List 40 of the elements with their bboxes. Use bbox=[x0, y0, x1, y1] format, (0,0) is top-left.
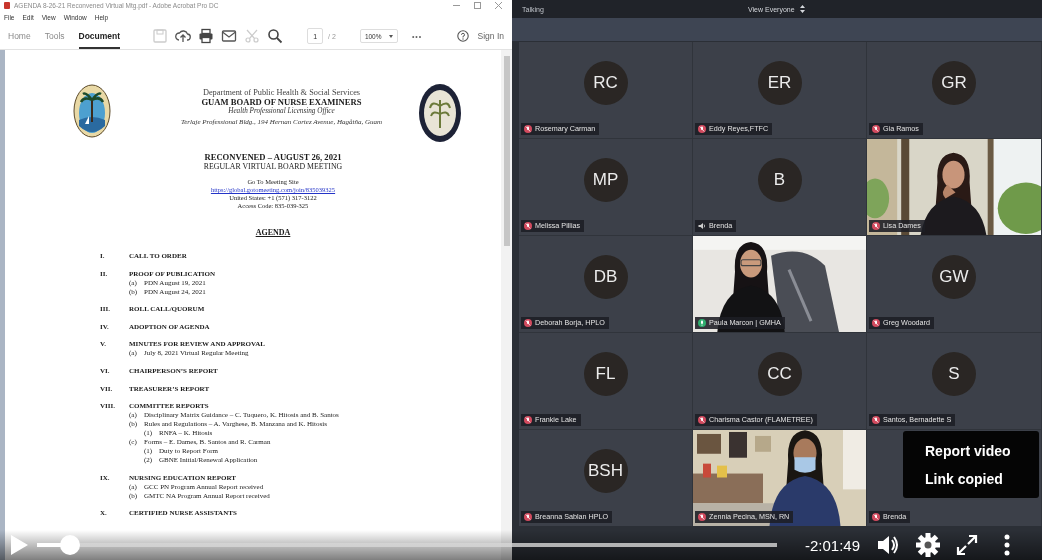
pdf-file-icon bbox=[4, 2, 10, 9]
print-icon[interactable] bbox=[198, 28, 215, 44]
minimize-icon[interactable] bbox=[453, 2, 460, 9]
seal-icon bbox=[417, 82, 463, 144]
department-name: Department of Public Health & Social Services bbox=[201, 88, 362, 97]
up-down-caret-icon bbox=[799, 5, 805, 13]
caret-icon bbox=[388, 34, 393, 38]
scrollbar[interactable] bbox=[501, 50, 512, 560]
fullscreen-icon[interactable] bbox=[956, 534, 979, 556]
menu-item[interactable]: Report video bbox=[903, 442, 1039, 460]
avatar: CC bbox=[757, 352, 802, 397]
close-icon[interactable] bbox=[495, 2, 502, 9]
avatar: GW bbox=[932, 255, 976, 300]
more-options-icon[interactable] bbox=[1004, 534, 1011, 556]
meeting-title: RECONVENED – AUGUST 26, 2021 bbox=[203, 152, 343, 162]
play-icon[interactable] bbox=[9, 534, 29, 556]
sign-in-link[interactable]: Sign In bbox=[477, 31, 504, 41]
agenda-heading: AGENDA bbox=[254, 228, 292, 238]
avatar: BSH bbox=[583, 449, 628, 494]
envelope-icon[interactable] bbox=[221, 28, 238, 44]
avatar: MP bbox=[583, 158, 628, 203]
avatar: RC bbox=[583, 61, 628, 106]
toolbar-tab[interactable]: Document bbox=[78, 23, 121, 49]
volume-icon[interactable] bbox=[876, 534, 901, 556]
avatar: FL bbox=[583, 352, 628, 397]
toolbar-tab[interactable]: Home bbox=[8, 23, 31, 49]
toolbar-tab[interactable]: Tools bbox=[44, 23, 65, 49]
menu-item[interactable]: Link copied bbox=[903, 470, 1039, 488]
avatar: DB bbox=[583, 255, 628, 300]
avatar: B bbox=[757, 158, 802, 203]
search-icon[interactable] bbox=[267, 28, 284, 44]
remaining-time: -2:01:49 bbox=[805, 536, 861, 554]
board-name: GUAM BOARD OF NURSE EXAMINERS bbox=[200, 97, 363, 107]
help-icon[interactable] bbox=[456, 30, 469, 42]
avatar: S bbox=[932, 352, 976, 397]
settings-icon[interactable] bbox=[916, 533, 941, 557]
avatar: ER bbox=[757, 61, 802, 106]
cloud-upload-icon[interactable] bbox=[175, 28, 192, 44]
maximize-icon[interactable] bbox=[474, 2, 481, 9]
avatar: GR bbox=[932, 61, 976, 106]
